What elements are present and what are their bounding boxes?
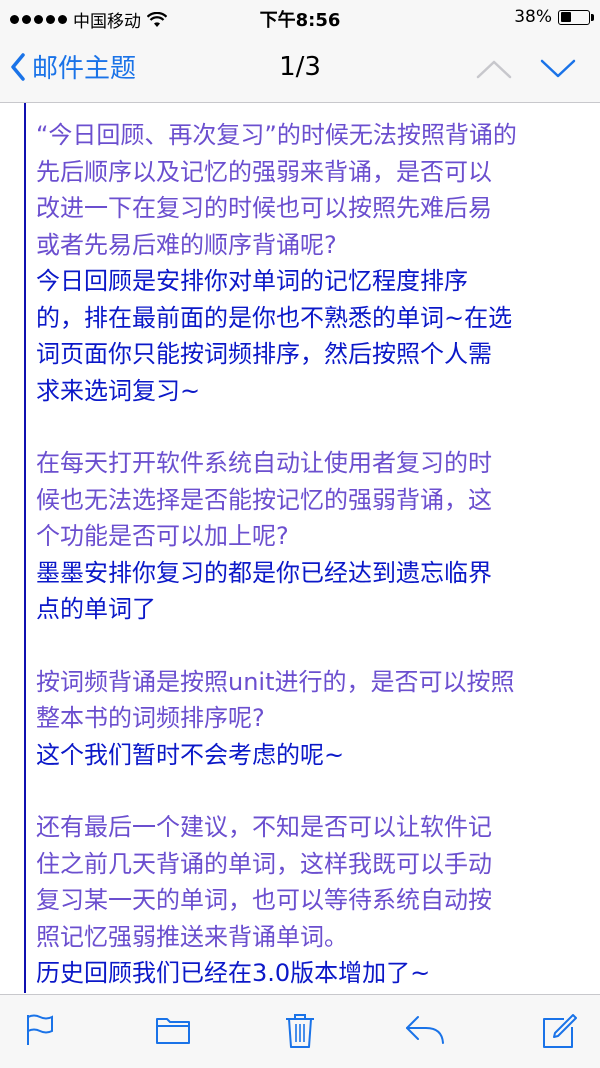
- qa-block: 按词频背诵是按照unit进行的，是否可以按照 整本书的词频排序呢? 这个我们暂时不会…: [36, 664, 586, 774]
- folder-icon[interactable]: [155, 1013, 191, 1045]
- qa-block: “今日回顾、再次复习”的时候无法按照背诵的 先后顺序以及记忆的强弱来背诵，是否可以…: [36, 117, 586, 409]
- chevron-down-icon[interactable]: [540, 58, 576, 80]
- question-line: 整本书的词频排序呢?: [36, 704, 265, 732]
- status-bar: 中国移动 下午8:56 38%: [0, 0, 600, 36]
- question-line: 改进一下在复习的时候也可以按照先难后易: [36, 194, 492, 222]
- battery-percent: 38%: [514, 7, 552, 27]
- answer-line: 求来选词复习~: [36, 376, 201, 405]
- trash-icon[interactable]: [284, 1013, 316, 1049]
- question-line: “今日回顾、再次复习”的时候无法按照背诵的: [36, 121, 517, 149]
- question-line: 住之前几天背诵的单词，这样我既可以手动: [36, 849, 492, 878]
- question-line: 复习某一天的单词，也可以等待系统自动按: [36, 886, 492, 914]
- compose-icon[interactable]: [542, 1013, 578, 1049]
- answer-line: 历史回顾我们已经在3.0版本增加了~: [36, 959, 431, 987]
- message-text: “今日回顾、再次复习”的时候无法按照背诵的 先后顺序以及记忆的强弱来背诵，是否可以…: [36, 117, 586, 993]
- question-line: 个功能是否可以加上呢?: [36, 522, 289, 550]
- question-line: 照记忆强弱推送来背诵单词。: [36, 922, 348, 951]
- question-line: 候也无法选择是否能按记忆的强弱背诵，这: [36, 485, 492, 514]
- answer-line: 词页面你只能按词频排序，然后按照个人需: [36, 340, 492, 368]
- chevron-up-icon[interactable]: [476, 58, 512, 80]
- answer-line: 点的单词了: [36, 595, 156, 623]
- question-line: 在每天打开软件系统自动让使用者复习的时: [36, 449, 492, 477]
- battery-area: 38%: [514, 7, 594, 27]
- question-line: 按词频背诵是按照unit进行的，是否可以按照: [36, 667, 515, 696]
- clock: 下午8:56: [259, 10, 341, 31]
- question-line: 或者先易后难的顺序背诵呢?: [36, 230, 337, 259]
- answer-line: 的，排在最前面的是你也不熟悉的单词~在选: [36, 303, 513, 332]
- bottom-toolbar: [0, 994, 600, 1068]
- nav-bar: 邮件主题 1/3: [0, 36, 600, 103]
- flag-icon[interactable]: [24, 1013, 56, 1047]
- answer-line: 这个我们暂时不会考虑的呢~: [36, 740, 345, 769]
- question-line: 还有最后一个建议，不知是否可以让软件记: [36, 813, 492, 841]
- reply-icon[interactable]: [404, 1013, 446, 1045]
- battery-icon: [558, 9, 594, 25]
- quote-bar: [24, 103, 26, 993]
- question-line: 先后顺序以及记忆的强弱来背诵，是否可以: [36, 157, 492, 186]
- answer-line: 今日回顾是安排你对单词的记忆程度排序: [36, 267, 468, 295]
- answer-line: 墨墨安排你复习的都是你已经达到遗忘临界: [36, 558, 492, 587]
- qa-block: 在每天打开软件系统自动让使用者复习的时 候也无法选择是否能按记忆的强弱背诵，这 个功…: [36, 445, 586, 628]
- message-body[interactable]: “今日回顾、再次复习”的时候无法按照背诵的 先后顺序以及记忆的强弱来背诵，是否可以…: [0, 103, 600, 993]
- qa-block: 还有最后一个建议，不知是否可以让软件记 住之前几天背诵的单词，这样我既可以手动 复习…: [36, 809, 586, 992]
